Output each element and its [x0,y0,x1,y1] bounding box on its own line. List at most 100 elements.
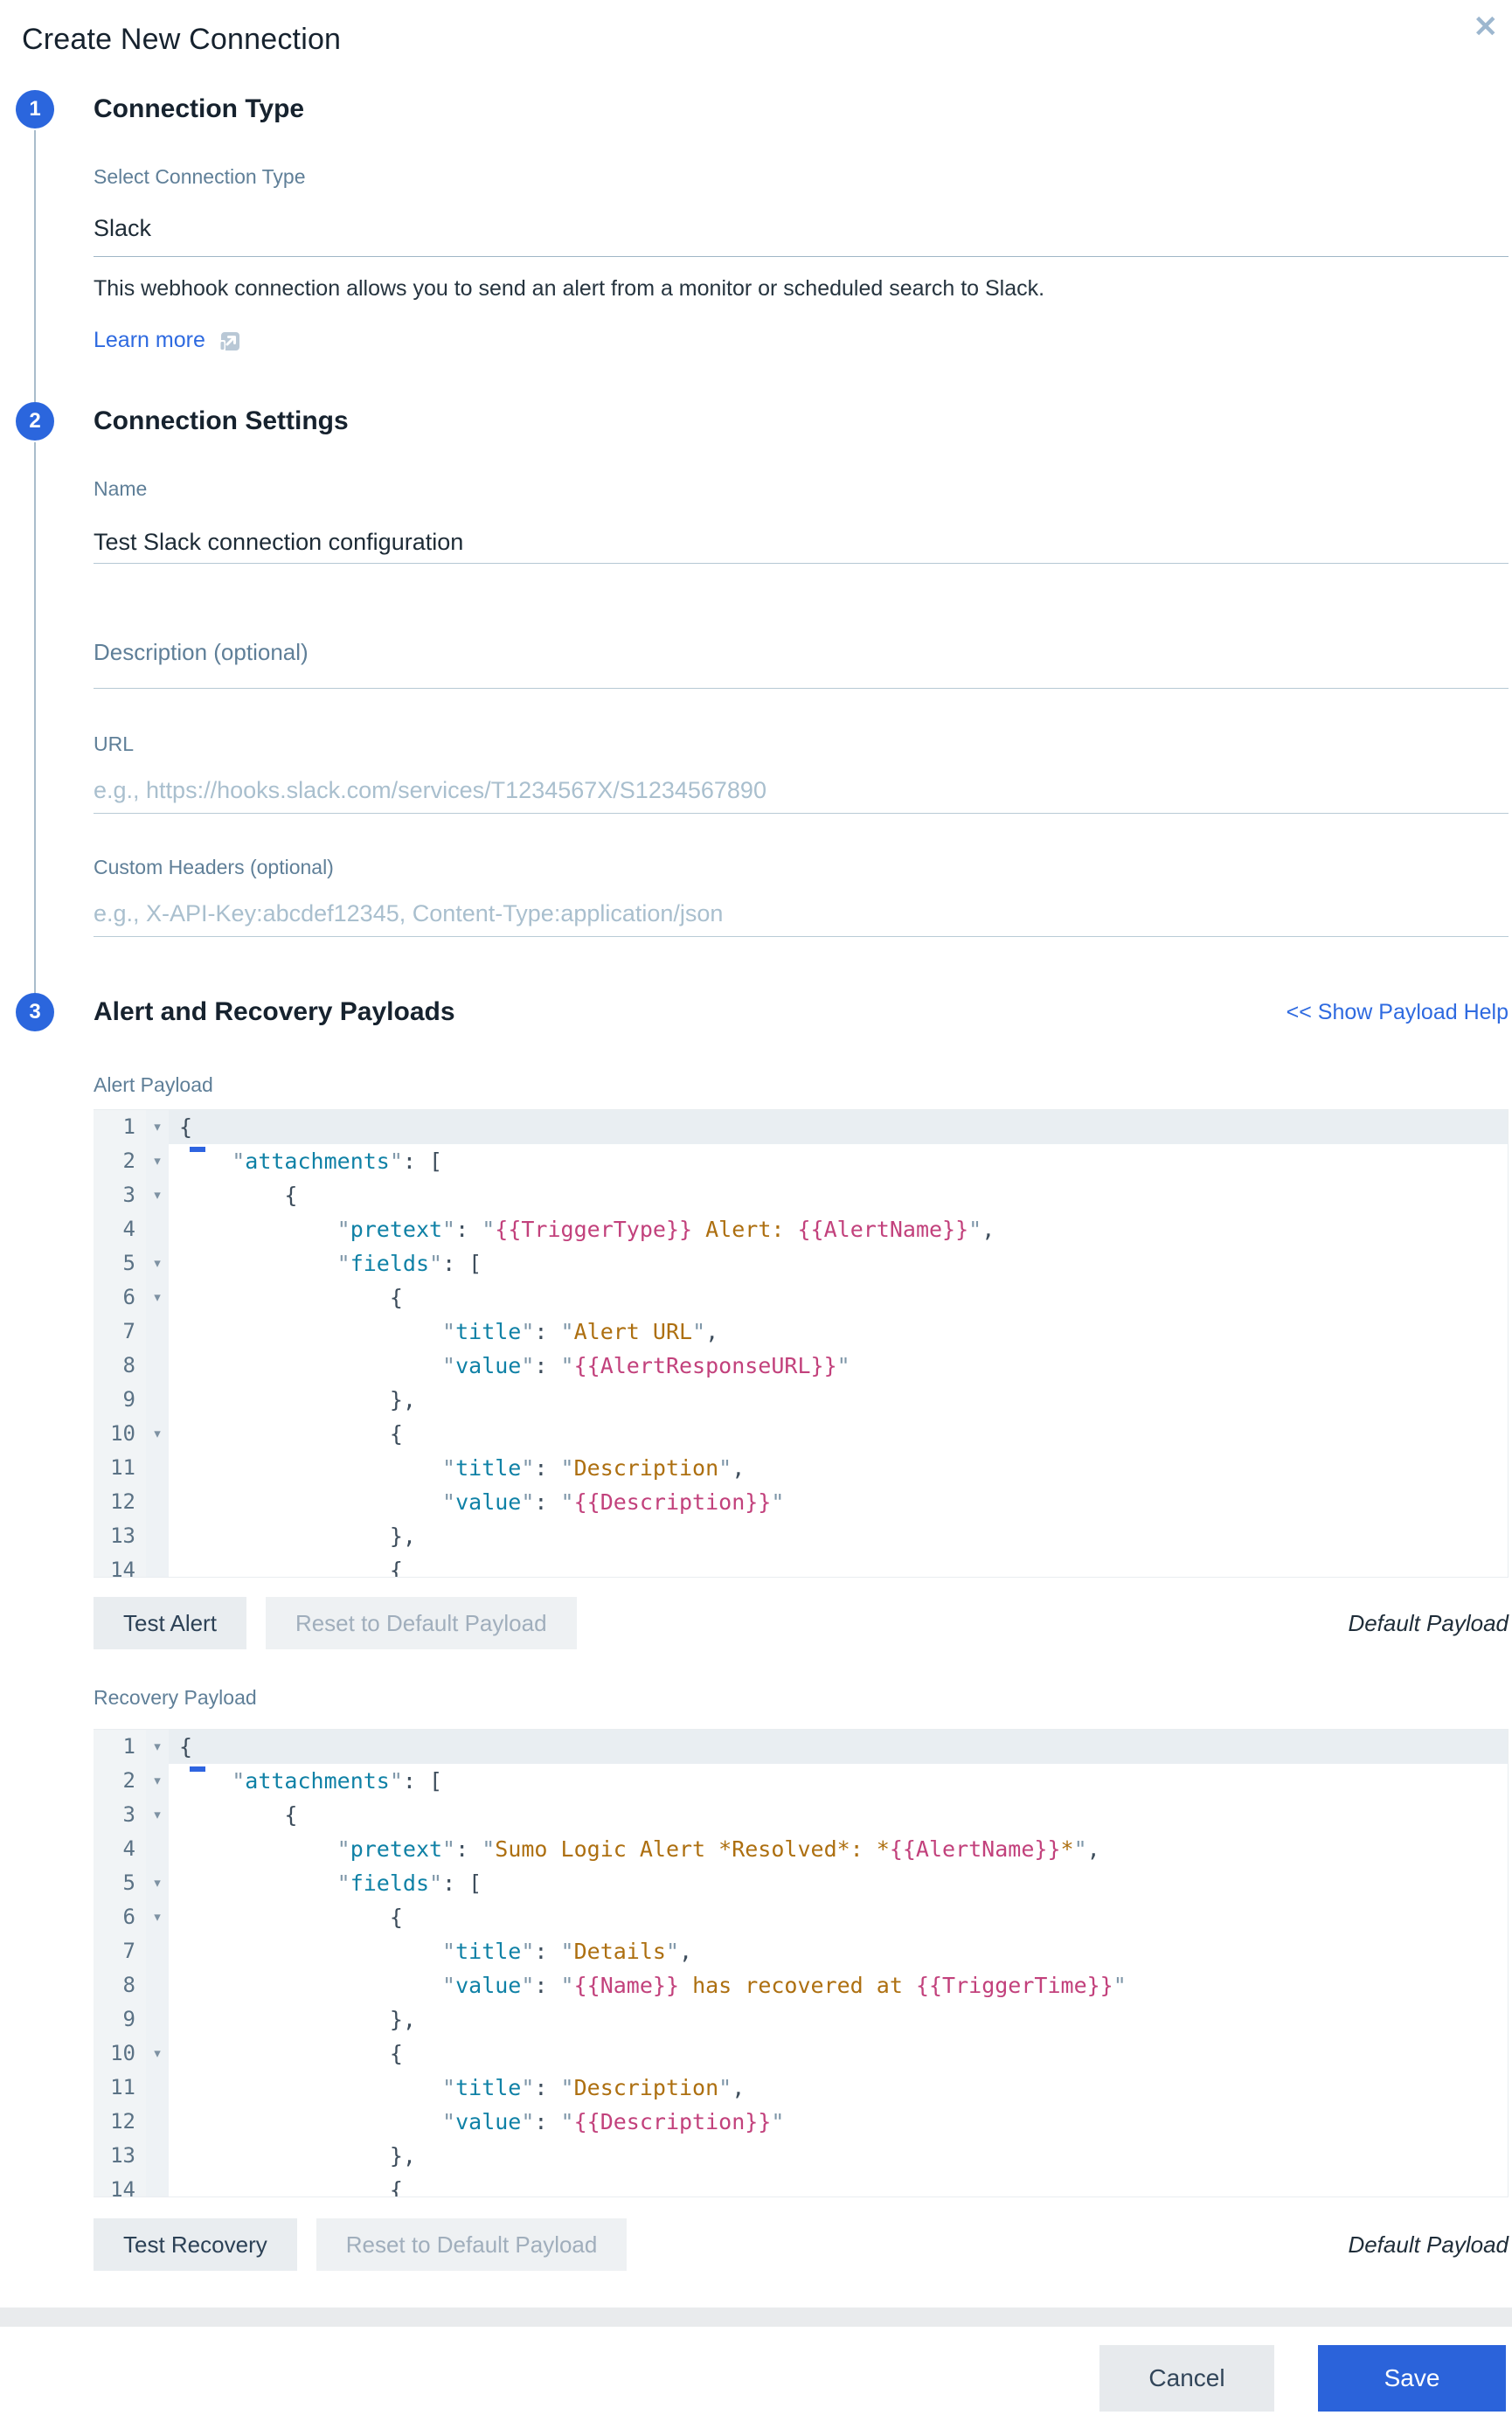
code-text: }, [179,2007,416,2032]
fold-spacer [146,1485,169,1519]
code-line[interactable]: 5 ▾ "fields": [ [94,1866,1508,1900]
code-line[interactable]: 11 "title": "Description", [94,1451,1508,1485]
code-line[interactable]: 7 "title": "Alert URL", [94,1315,1508,1349]
fold-arrow-icon[interactable]: ▾ [146,1246,169,1280]
fold-spacer [146,1349,169,1383]
code-text: { [169,1730,1508,1764]
learn-more-link[interactable]: Learn more [94,328,205,353]
show-payload-help-link[interactable]: << Show Payload Help [1287,1000,1509,1025]
text-cursor [190,1766,205,1772]
code-line[interactable]: 10 ▾ { [94,2037,1508,2071]
code-line[interactable]: 8 "value": "{{Name}} has recovered at {{… [94,1968,1508,2002]
code-line[interactable]: 7 "title": "Details", [94,1934,1508,1968]
code-line[interactable]: 4 "pretext": "{{TriggerType}} Alert: {{A… [94,1212,1508,1246]
fold-arrow-icon[interactable]: ▾ [146,1866,169,1900]
code-text: "fields": [ [336,1251,482,1276]
code-line[interactable]: 12 "value": "{{Description}}" [94,1485,1508,1519]
code-line[interactable]: 9 }, [94,2002,1508,2037]
code-line[interactable]: 10 ▾ { [94,1417,1508,1451]
code-line[interactable]: 3 ▾ { [94,1178,1508,1212]
code-text: { [179,1183,298,1208]
code-line[interactable]: 12 "value": "{{Description}}" [94,2105,1508,2139]
reset-alert-payload-button[interactable]: Reset to Default Payload [265,1597,577,1649]
fold-arrow-icon[interactable]: ▾ [146,1730,169,1764]
fold-arrow-icon[interactable]: ▾ [146,1144,169,1178]
fold-arrow-icon[interactable]: ▾ [146,1798,169,1832]
close-icon[interactable]: ✕ [1474,12,1499,42]
fold-spacer [146,2105,169,2139]
code-text: }, [179,2143,416,2169]
fold-arrow-icon[interactable]: ▾ [146,1900,169,1934]
cancel-button[interactable]: Cancel [1099,2344,1274,2412]
name-input[interactable] [94,522,1509,564]
code-line[interactable]: 4 "pretext": "Sumo Logic Alert *Resolved… [94,1832,1508,1866]
fold-arrow-icon[interactable]: ▾ [146,2037,169,2071]
fold-spacer [146,1553,169,1577]
test-alert-button[interactable]: Test Alert [94,1597,246,1649]
code-text: "fields": [ [336,1870,482,1896]
description-label: Description (optional) [94,639,309,665]
connection-type-select[interactable]: Slack [94,215,1509,242]
external-link-icon[interactable] [218,329,242,353]
code-line[interactable]: 9 }, [94,1383,1508,1417]
code-line[interactable]: 8 "value": "{{AlertResponseURL}}" [94,1349,1508,1383]
fold-arrow-icon[interactable]: ▾ [146,1178,169,1212]
fold-arrow-icon[interactable]: ▾ [146,1417,169,1451]
line-number: 4 [94,1832,146,1866]
url-input[interactable] [94,768,1509,814]
reset-recovery-payload-button[interactable]: Reset to Default Payload [316,2218,628,2271]
recovery-payload-editor[interactable]: 1 ▾{2 ▾ "attachments": [3 ▾ {4 "pretext": "… [94,1729,1509,2197]
code-text: { [179,1285,403,1310]
code-text: "title": "Description", [442,1455,746,1481]
code-line[interactable]: 5 ▾ "fields": [ [94,1246,1508,1280]
code-line[interactable]: 2 ▾ "attachments": [ [94,1764,1508,1798]
code-line[interactable]: 1 ▾{ [94,1110,1508,1144]
description-input[interactable] [94,666,1509,689]
code-text: "title": "Description", [442,2075,746,2100]
test-recovery-button[interactable]: Test Recovery [94,2218,297,2271]
code-line[interactable]: 1 ▾{ [94,1730,1508,1764]
code-line[interactable]: 6 ▾ { [94,1900,1508,1934]
line-number: 1 [94,1110,146,1144]
line-number: 5 [94,1246,146,1280]
line-number: 4 [94,1212,146,1246]
fold-spacer [146,2071,169,2105]
save-button[interactable]: Save [1318,2344,1506,2412]
section-connection-settings: 2 Connection Settings Name Description (… [0,402,1512,993]
line-number: 12 [94,2105,146,2139]
step-rail: 2 [0,402,94,993]
code-line[interactable]: 14 { [94,1553,1508,1577]
line-number: 11 [94,1451,146,1485]
step-1-badge: 1 [16,90,54,128]
code-line[interactable]: 2 ▾ "attachments": [ [94,1144,1508,1178]
code-line[interactable]: 13 }, [94,2139,1508,2173]
create-connection-dialog: Create New Connection ✕ 1 Connection Typ… [0,0,1512,2429]
code-line[interactable]: 3 ▾ { [94,1798,1508,1832]
code-line[interactable]: 13 }, [94,1519,1508,1553]
code-text: "value": "{{Name}} has recovered at {{Tr… [442,1973,1127,1998]
line-number: 6 [94,1280,146,1315]
alert-payload-editor[interactable]: 1 ▾{2 ▾ "attachments": [3 ▾ {4 "pretext": "… [94,1109,1509,1578]
fold-spacer [146,1315,169,1349]
line-number: 11 [94,2071,146,2105]
line-number: 9 [94,1383,146,1417]
fold-arrow-icon[interactable]: ▾ [146,1110,169,1144]
code-text: { [169,1110,1508,1144]
fold-arrow-icon[interactable]: ▾ [146,1280,169,1315]
code-line[interactable]: 14 { [94,2173,1508,2197]
line-number: 13 [94,1519,146,1553]
section-payloads: 3 Alert and Recovery Payloads << Show Pa… [0,993,1512,2292]
custom-headers-input[interactable] [94,892,1509,937]
fold-arrow-icon[interactable]: ▾ [146,1764,169,1798]
section-title-connection-settings: Connection Settings [94,406,349,435]
code-text: "title": "Alert URL", [442,1319,719,1344]
code-text: { [179,1802,298,1828]
code-line[interactable]: 6 ▾ { [94,1280,1508,1315]
text-cursor [190,1147,205,1152]
code-line[interactable]: 11 "title": "Description", [94,2071,1508,2105]
code-text: "value": "{{AlertResponseURL}}" [442,1353,850,1378]
fold-spacer [146,1212,169,1246]
line-number: 1 [94,1730,146,1764]
line-number: 14 [94,1553,146,1577]
line-number: 3 [94,1178,146,1212]
